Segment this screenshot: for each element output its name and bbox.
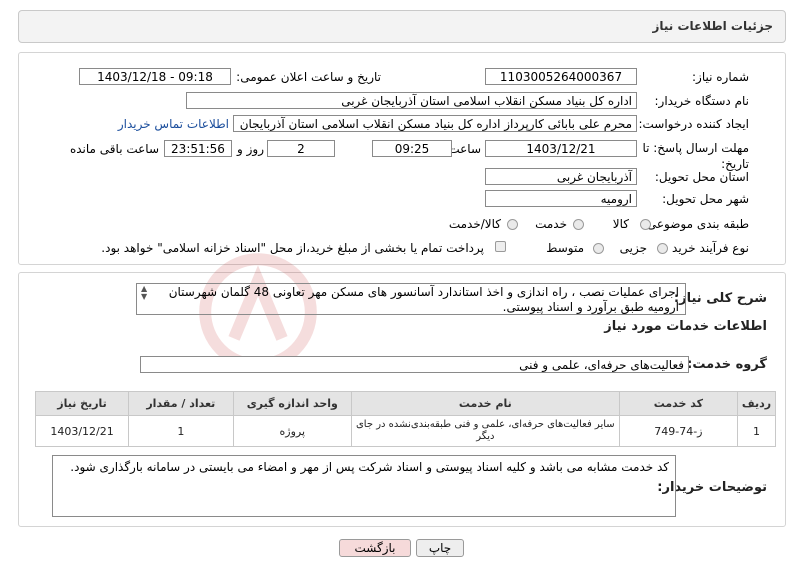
category-service-label: خدمت	[535, 217, 567, 231]
row-service-code: ز-74-749	[618, 415, 739, 447]
deadline-date-field: 1403/12/21	[485, 140, 637, 157]
service-group-field: فعالیت‌های حرفه‌ای، علمی و فنی	[140, 356, 689, 373]
remaining-time-field: 23:51:56	[164, 140, 232, 157]
description-label: شرح کلی نیاز:	[673, 291, 767, 306]
col-service-name: نام خدمت	[350, 391, 620, 416]
category-goods-service-label: کالا/خدمت	[448, 217, 501, 231]
process-medium-label: متوسط	[546, 241, 584, 255]
scroll-arrows-icon[interactable]: ▲ ▼	[141, 285, 147, 301]
category-goods-service-radio[interactable]	[507, 219, 518, 230]
category-label: طبقه بندی موضوعی:	[642, 217, 749, 231]
city-label: شهر محل تحویل:	[662, 192, 749, 206]
category-service-radio[interactable]	[573, 219, 584, 230]
requester-label: ایجاد کننده درخواست:	[638, 117, 749, 131]
row-number: 1	[737, 415, 776, 447]
row-service-name: سایر فعالیت‌های حرفه‌ای، علمی و فنی طبقه…	[350, 415, 620, 447]
category-goods-radio[interactable]	[640, 219, 651, 230]
page-title: جزئیات اطلاعات نیاز	[652, 19, 773, 33]
col-unit: واحد اندازه گیری	[232, 391, 352, 416]
buyer-org-label: نام دستگاه خریدار:	[654, 94, 750, 108]
requester-field: محرم علی بابائی کارپرداز اداره کل بنیاد …	[233, 115, 637, 132]
col-quantity: تعداد / مقدار	[128, 391, 234, 416]
deadline-time-label: ساعت	[448, 142, 481, 156]
buyer-notes-textarea[interactable]: کد خدمت مشابه می باشد و کلیه اسناد پیوست…	[52, 455, 676, 517]
city-field: ارومیه	[485, 190, 637, 207]
announce-date-field: 1403/12/18 - 09:18	[79, 68, 231, 85]
row-unit: پروژه	[232, 415, 352, 447]
service-group-label: گروه خدمت:	[687, 357, 767, 372]
need-number-field: 1103005264000367	[485, 68, 637, 85]
buyer-contact-link[interactable]: اطلاعات تماس خریدار	[118, 117, 229, 131]
days-field: 2	[267, 140, 335, 157]
services-table: تاریخ نیاز تعداد / مقدار واحد اندازه گیر…	[34, 391, 776, 447]
print-button[interactable]: چاپ	[416, 539, 464, 557]
days-label: روز و	[237, 142, 264, 156]
province-field: آذربایجان غربی	[485, 168, 637, 185]
services-section-title: اطلاعات خدمات مورد نیاز	[604, 319, 767, 334]
page-header: جزئیات اطلاعات نیاز	[18, 10, 786, 43]
need-number-label: شماره نیاز:	[692, 70, 749, 84]
announce-date-label: تاریخ و ساعت اعلان عمومی:	[236, 70, 381, 84]
process-minor-label: جزیی	[619, 241, 647, 255]
row-need-date: 1403/12/21	[34, 415, 130, 447]
process-minor-radio[interactable]	[657, 243, 668, 254]
col-service-code: کد خدمت	[618, 391, 739, 416]
remaining-time-label: ساعت باقی مانده	[69, 142, 159, 156]
process-medium-radio[interactable]	[593, 243, 604, 254]
deadline-time-field: 09:25	[372, 140, 452, 157]
description-textarea[interactable]: اجرای عملیات نصب ، راه اندازی و اخذ استا…	[136, 283, 686, 315]
col-row: ردیف	[737, 391, 776, 416]
treasury-payment-checkbox[interactable]	[495, 241, 506, 252]
category-goods-label: کالا	[612, 217, 629, 231]
province-label: استان محل تحویل:	[654, 170, 749, 184]
deadline-label: مهلت ارسال پاسخ: تا تاریخ:	[642, 141, 749, 171]
table-row: 1403/12/21 1 پروژه سایر فعالیت‌های حرفه‌…	[34, 415, 776, 447]
buyer-org-field: اداره کل بنیاد مسکن انقلاب اسلامی استان …	[186, 92, 637, 109]
col-need-date: تاریخ نیاز	[34, 391, 130, 416]
back-button[interactable]: بازگشت	[339, 539, 411, 557]
row-quantity: 1	[128, 415, 234, 447]
process-label: نوع فرآیند خرید :	[664, 241, 749, 255]
